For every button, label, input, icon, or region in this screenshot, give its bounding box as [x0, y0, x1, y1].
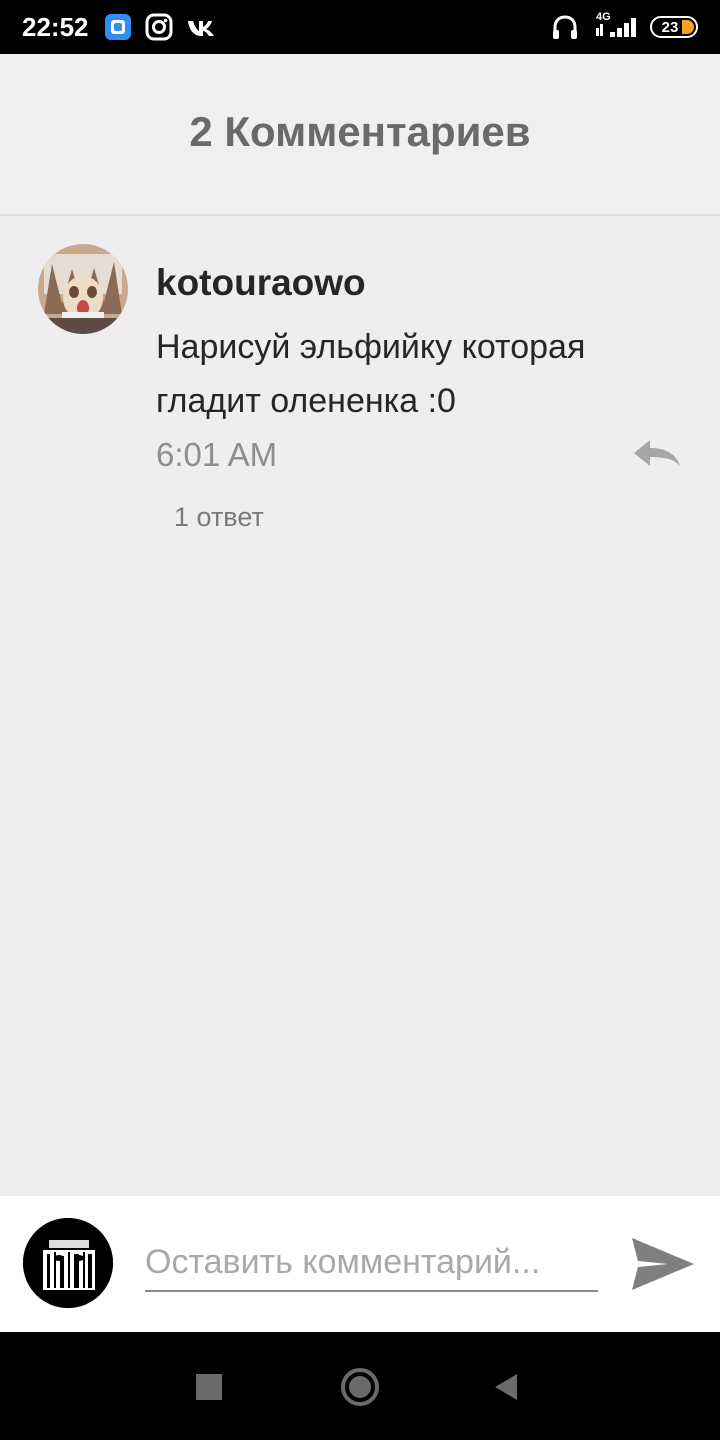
comment-time: 6:01 AM: [156, 436, 278, 473]
signal-bars-icon: [596, 18, 636, 37]
battery-level: 23: [661, 18, 679, 36]
comment-input[interactable]: [145, 1234, 598, 1292]
page-title: 2 Комментариев: [189, 108, 531, 155]
comment-composer: [0, 1196, 720, 1332]
app-icon: [105, 14, 131, 40]
triangle-back-icon: [495, 1374, 517, 1400]
circle-icon: [341, 1368, 379, 1406]
instagram-icon: [145, 13, 173, 41]
back-button[interactable]: [481, 1362, 531, 1412]
status-bar: 22:52 4G 23: [0, 0, 720, 54]
headphones-icon: [553, 15, 577, 39]
signal-indicator: 4G: [592, 11, 638, 43]
replies-link[interactable]: 1 ответ: [174, 502, 264, 533]
status-time: 22:52: [22, 12, 89, 42]
comment-author-avatar[interactable]: [38, 244, 128, 334]
battery-icon: 23: [650, 16, 698, 38]
home-button[interactable]: [335, 1362, 385, 1412]
comments-screen: 22:52 4G 23 2 Комментариев kotouraowo На…: [0, 0, 720, 1440]
square-icon: [196, 1374, 222, 1400]
status-indicators: 4G 23: [550, 10, 698, 44]
comment-author[interactable]: kotouraowo: [156, 262, 366, 304]
vk-icon: [188, 21, 214, 36]
user-avatar[interactable]: [23, 1218, 113, 1308]
send-button[interactable]: [628, 1234, 696, 1294]
comment-text: Нарисуй эльфийку которая гладит олененка…: [156, 328, 586, 420]
reply-icon[interactable]: [630, 436, 684, 474]
comments-header: 2 Комментариев: [0, 54, 720, 216]
navigation-bar: [0, 1332, 720, 1440]
recent-apps-button[interactable]: [184, 1362, 234, 1412]
